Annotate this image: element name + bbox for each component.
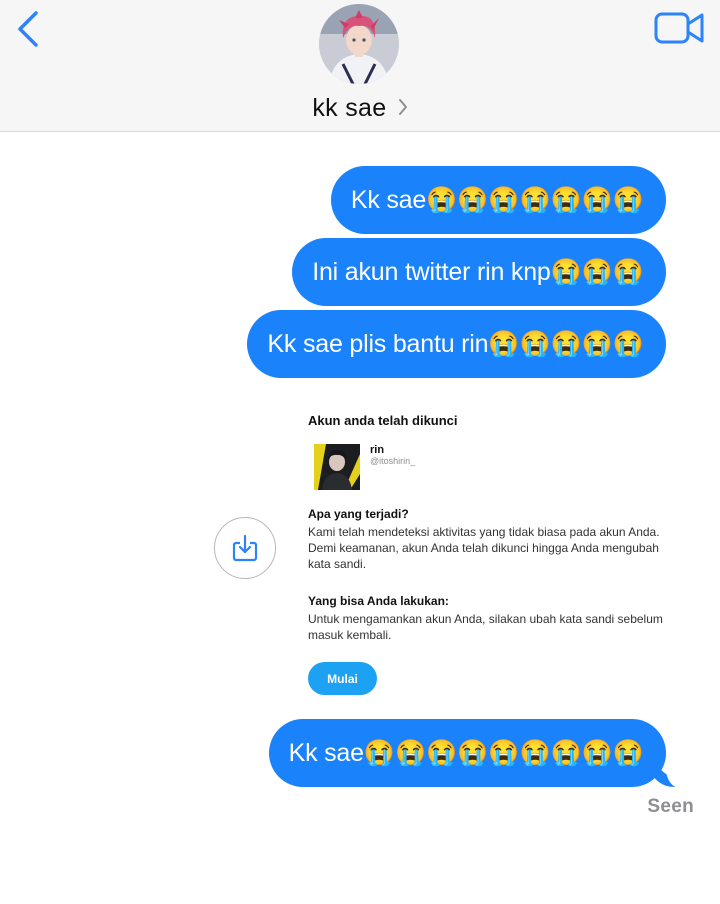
- crying-emoji-icons: 😭😭😭: [550, 257, 644, 286]
- video-camera-icon[interactable]: [654, 12, 704, 44]
- profile-image: [314, 444, 360, 490]
- chevron-right-icon: [398, 99, 407, 116]
- message-text: Kk sae plis bantu rin: [267, 329, 489, 358]
- message-row: Kk sae plis bantu rin 😭😭😭😭😭: [247, 310, 666, 378]
- anime-avatar-image: [319, 4, 399, 84]
- crying-emoji-icons: 😭😭😭😭😭😭😭: [426, 185, 644, 214]
- account-handle: @itoshirin_: [370, 456, 416, 466]
- contact-name-button[interactable]: kk sae: [0, 94, 720, 123]
- message-row: Kk sae 😭😭😭😭😭😭😭: [330, 166, 666, 234]
- account-profile-picture: [314, 444, 360, 490]
- message-bubble[interactable]: Kk sae 😭😭😭😭😭😭😭: [330, 166, 666, 234]
- message-bubble[interactable]: Kk sae 😭😭😭😭😭😭😭😭😭: [268, 719, 697, 789]
- back-chevron-icon[interactable]: [14, 10, 44, 48]
- message-bubble[interactable]: Ini akun twitter rin knp 😭😭😭: [292, 238, 666, 306]
- account-name: rin: [370, 444, 385, 456]
- message-text: Ini akun twitter rin knp: [312, 257, 551, 286]
- message-row: Kk sae 😭😭😭😭😭😭😭😭😭: [268, 719, 697, 789]
- message-text: Kk sae: [288, 738, 364, 767]
- save-attachment-button[interactable]: [214, 517, 276, 579]
- lock-notice-title: Akun anda telah dikunci: [308, 413, 458, 428]
- message-bubble[interactable]: Kk sae plis bantu rin 😭😭😭😭😭: [247, 310, 666, 378]
- what-happened-text: Kami telah mendeteksi aktivitas yang tid…: [308, 525, 660, 571]
- conversation-header: kk sae: [0, 0, 720, 132]
- crying-emoji-icons: 😭😭😭😭😭😭😭😭😭: [363, 738, 644, 767]
- contact-name-label: kk sae: [312, 94, 387, 122]
- attachment-screenshot[interactable]: Akun anda telah dikunci rin @itoshirin_ …: [294, 398, 684, 702]
- what-to-do-heading: Yang bisa Anda lakukan:: [308, 594, 449, 608]
- what-to-do-text: Untuk mengamankan akun Anda, silakan uba…: [308, 612, 663, 642]
- message-text: Kk sae: [350, 185, 427, 214]
- message-row: Ini akun twitter rin knp 😭😭😭: [292, 238, 666, 306]
- share-download-icon: [232, 534, 258, 562]
- crying-emoji-icons: 😭😭😭😭😭: [488, 329, 644, 358]
- start-button: Mulai: [308, 662, 377, 695]
- read-receipt: Seen: [647, 796, 694, 817]
- what-happened-heading: Apa yang terjadi?: [308, 507, 409, 521]
- contact-avatar[interactable]: [319, 4, 399, 84]
